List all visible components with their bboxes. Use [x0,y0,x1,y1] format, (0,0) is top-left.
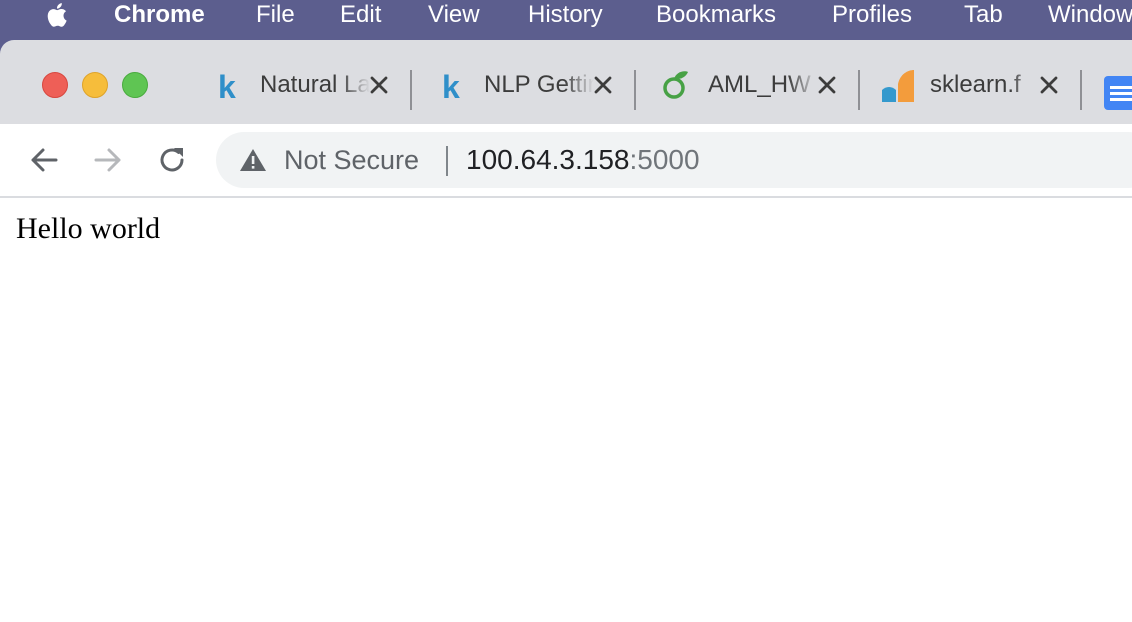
tab-title: sklearn.f [930,68,1040,102]
tab-separator [1080,70,1082,110]
tab-separator [634,70,636,110]
window-minimize-button[interactable] [82,72,108,98]
tab-title: Natural Language [260,68,370,102]
tab-separator [410,70,412,110]
browser-toolbar: Not Secure 100.64.3.158:5000 [0,124,1132,198]
reload-icon[interactable] [154,142,190,178]
window-close-button[interactable] [42,72,68,98]
close-tab-icon[interactable] [1034,70,1064,100]
back-arrow-icon[interactable] [26,142,62,178]
kaggle-k-icon: k [218,69,236,102]
google-docs-icon[interactable] [1104,76,1132,110]
forward-arrow-icon[interactable] [90,142,126,178]
tab-nlp-getting[interactable]: k NLP Getting [436,62,626,118]
tab-title: NLP Getting [484,68,594,102]
tab-separator [858,70,860,110]
menu-edit[interactable]: Edit [340,0,381,30]
close-tab-icon[interactable] [364,70,394,100]
menu-tab[interactable]: Tab [964,0,1003,30]
tab-sklearn[interactable]: sklearn.f [882,62,1072,118]
page-body-text: Hello world [16,212,161,245]
svg-text:k: k [218,69,236,102]
svg-text:k: k [442,69,460,102]
kaggle-k-icon: k [442,69,460,102]
apple-logo-icon[interactable] [44,1,72,29]
url-host: 100.64.3.158 [466,144,630,175]
url-text[interactable]: 100.64.3.158:5000 [466,132,700,188]
tab-aml-hw[interactable]: AML_HW [660,62,850,118]
close-tab-icon[interactable] [812,70,842,100]
menu-view[interactable]: View [428,0,480,30]
tab-natural-language[interactable]: k Natural Language [212,62,402,118]
address-bar[interactable]: Not Secure 100.64.3.158:5000 [216,132,1132,188]
macos-menu-bar: Chrome File Edit View History Bookmarks … [0,0,1132,32]
menu-bookmarks[interactable]: Bookmarks [656,0,776,30]
sklearn-icon [882,70,914,102]
page-content: Hello world [0,198,1132,622]
overleaf-icon [663,71,688,99]
address-bar-divider [446,146,448,176]
security-status-label[interactable]: Not Secure [284,132,419,188]
tab-title: AML_HW [708,68,818,102]
menu-history[interactable]: History [528,0,603,30]
menu-window[interactable]: Window [1048,0,1132,30]
menu-app-chrome[interactable]: Chrome [114,0,205,30]
menu-file[interactable]: File [256,0,295,30]
close-tab-icon[interactable] [588,70,618,100]
menu-profiles[interactable]: Profiles [832,0,912,30]
window-zoom-button[interactable] [122,72,148,98]
tab-strip: k Natural Language k NLP Getting AML_HW [0,32,1132,124]
warning-triangle-icon[interactable] [238,146,268,174]
url-port: :5000 [629,144,700,175]
